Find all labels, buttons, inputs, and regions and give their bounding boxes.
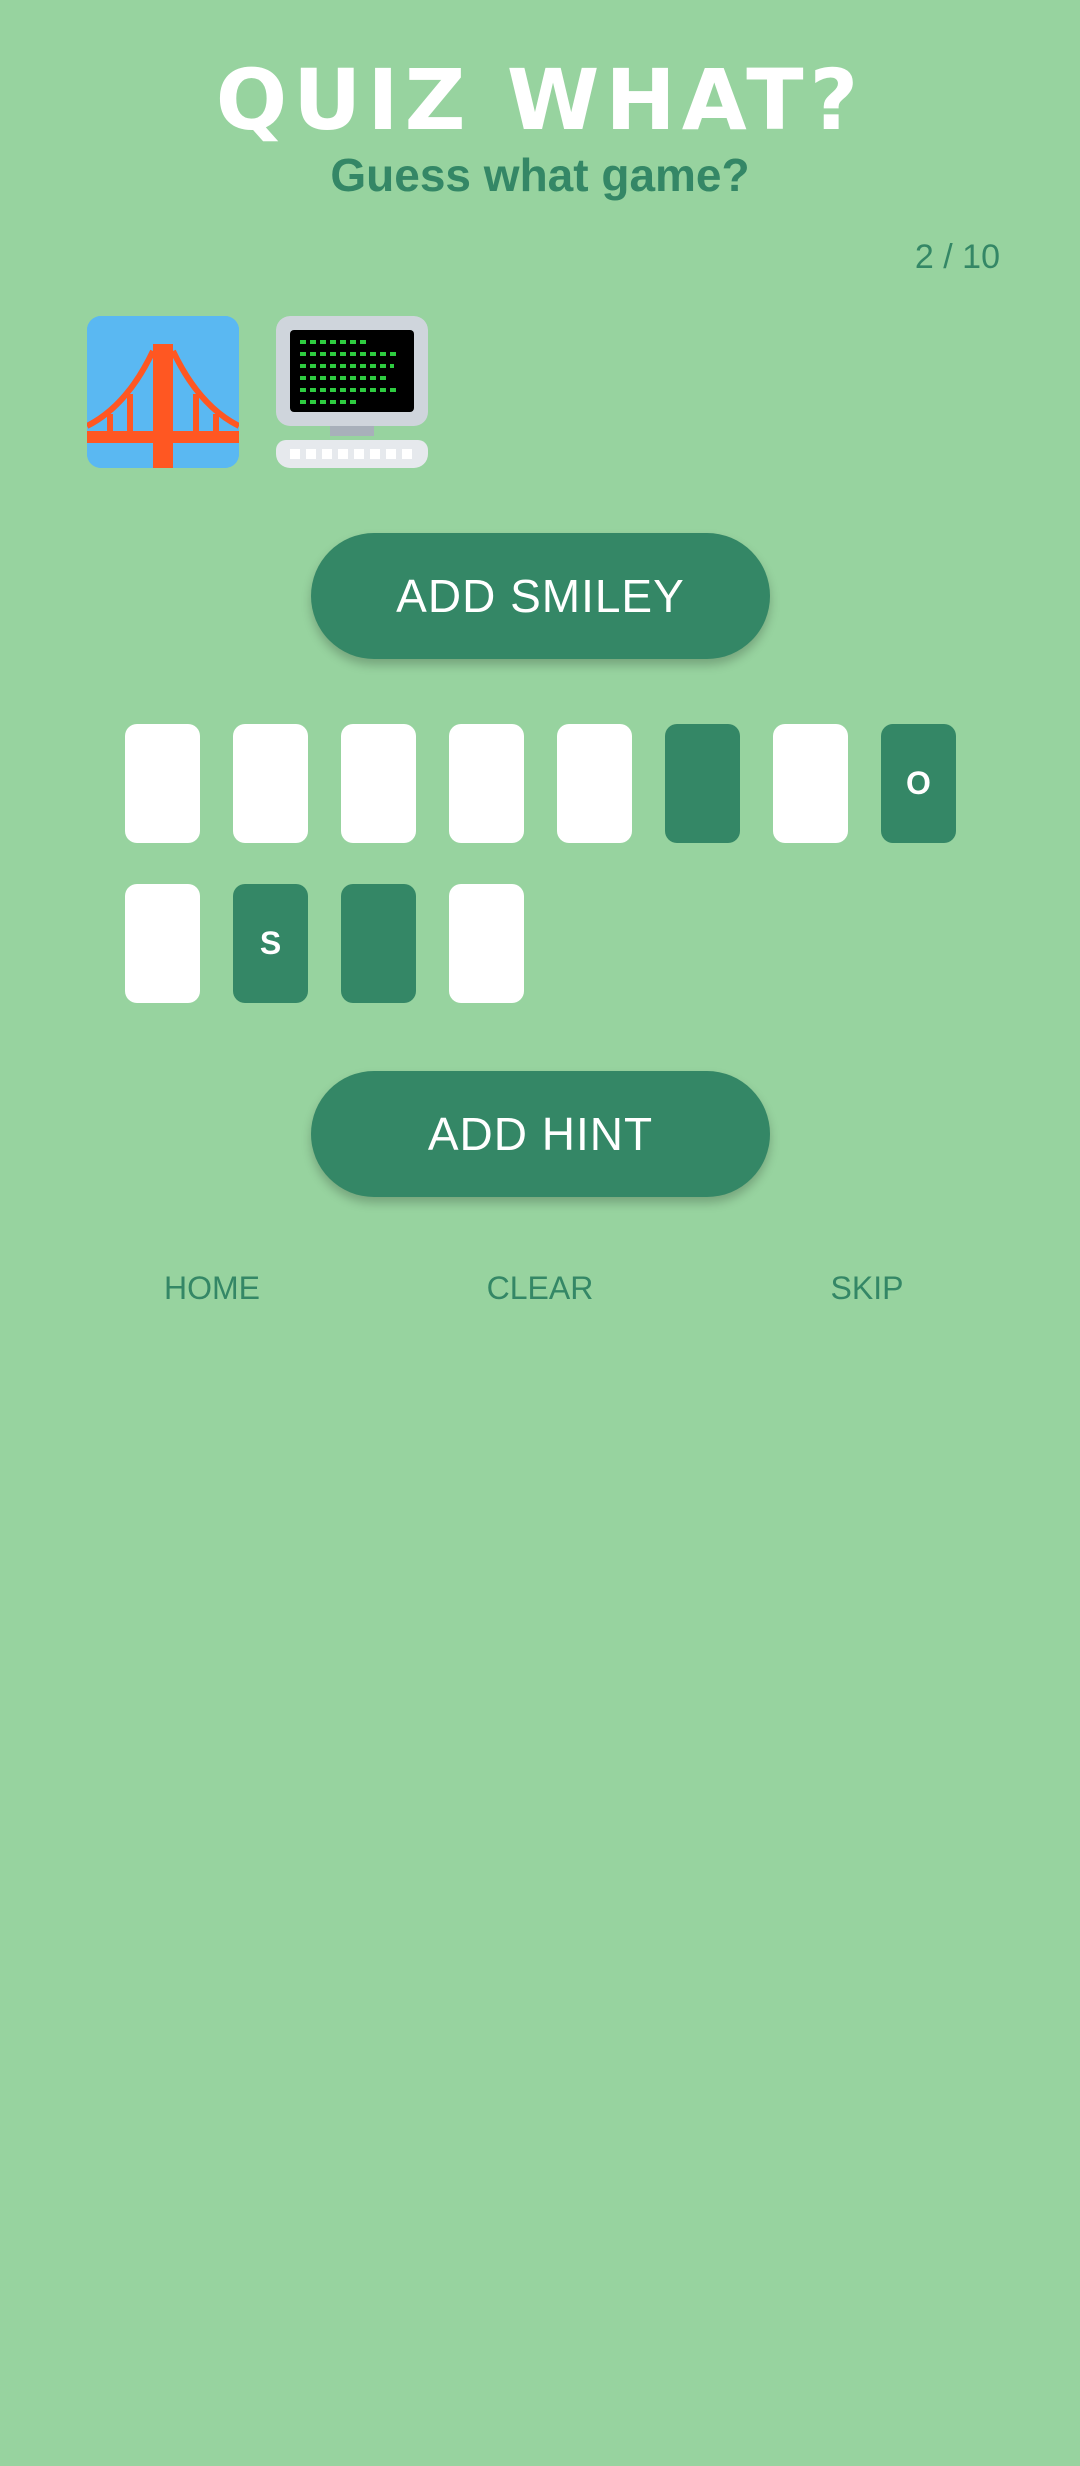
answer-slot[interactable] bbox=[125, 724, 200, 843]
answer-slot[interactable] bbox=[125, 884, 200, 1003]
add-hint-button[interactable]: ADD HINT bbox=[311, 1071, 770, 1197]
answer-slot[interactable] bbox=[665, 724, 740, 843]
answer-slot[interactable] bbox=[449, 884, 524, 1003]
answer-slot[interactable] bbox=[341, 884, 416, 1003]
home-link[interactable]: HOME bbox=[112, 1263, 312, 1313]
skip-link[interactable]: SKIP bbox=[767, 1263, 967, 1313]
answer-slot[interactable] bbox=[449, 724, 524, 843]
bridge-icon bbox=[87, 316, 239, 468]
answer-slot[interactable] bbox=[341, 724, 416, 843]
answer-slot[interactable] bbox=[773, 724, 848, 843]
computer-icon bbox=[276, 316, 428, 468]
page-subtitle: Guess what game? bbox=[330, 149, 750, 201]
answer-slot[interactable]: S bbox=[233, 884, 308, 1003]
question-counter: 2 / 10 bbox=[914, 238, 1000, 276]
answer-slot[interactable] bbox=[233, 724, 308, 843]
clear-link[interactable]: CLEAR bbox=[440, 1263, 640, 1313]
answer-slot[interactable]: O bbox=[881, 724, 956, 843]
page-title: QUIZ WHAT? bbox=[215, 51, 865, 149]
add-smiley-button[interactable]: ADD SMILEY bbox=[311, 533, 770, 659]
answer-slot[interactable] bbox=[557, 724, 632, 843]
